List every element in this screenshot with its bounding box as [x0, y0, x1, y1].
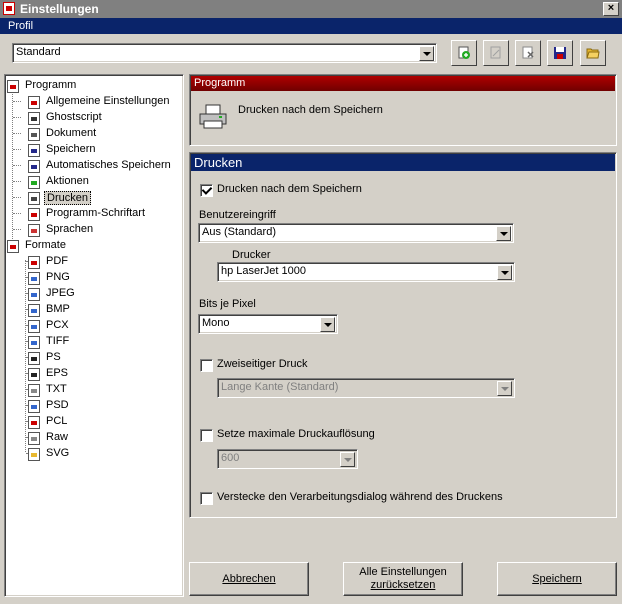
save-profile-button[interactable]: [547, 40, 573, 66]
general-settings-icon: [28, 96, 40, 109]
user-interaction-select[interactable]: Aus (Standard): [198, 223, 514, 243]
pcx-file-icon: [28, 320, 40, 333]
eps-file-icon: [28, 368, 40, 381]
duplex-checkbox[interactable]: [200, 359, 213, 372]
pdf-file-icon: [28, 256, 40, 269]
chevron-down-icon[interactable]: [320, 317, 335, 332]
delete-profile-icon: [522, 46, 534, 59]
pcl-file-icon: [28, 416, 40, 429]
section-description: Drucken nach dem Speichern: [238, 104, 383, 116]
window-title: Einstellungen: [20, 2, 99, 16]
max-resolution-checkbox[interactable]: [200, 429, 213, 442]
user-interaction-value: Aus (Standard): [202, 226, 276, 238]
user-interaction-label: Benutzereingriff: [199, 209, 276, 221]
svg-file-icon: [28, 448, 40, 461]
actions-icon: [28, 176, 40, 189]
ghostscript-icon: [28, 112, 40, 125]
folder-open-icon: [586, 48, 600, 59]
reset-button-line2: zurücksetzen: [370, 579, 436, 591]
section-info-panel: Programm Drucken nach dem Speichern: [189, 74, 617, 146]
chevron-down-icon[interactable]: [419, 46, 434, 61]
tiff-file-icon: [28, 336, 40, 349]
png-file-icon: [28, 272, 40, 285]
hide-dialog-checkbox[interactable]: [200, 492, 213, 505]
title-bar: Einstellungen ×: [0, 0, 622, 18]
settings-tree: Programm Allgemeine Einstellungen Ghosts…: [4, 74, 184, 597]
delete-profile-button[interactable]: [515, 40, 541, 66]
print-after-save-label: Drucken nach dem Speichern: [217, 183, 362, 195]
open-profile-button[interactable]: [580, 40, 606, 66]
programm-icon: [7, 80, 19, 93]
print-after-save-checkbox[interactable]: [200, 184, 213, 197]
profile-select[interactable]: Standard: [12, 43, 437, 63]
print-settings-header: Drucken: [191, 154, 615, 171]
chevron-down-icon[interactable]: [497, 381, 512, 396]
font-icon: [28, 208, 40, 221]
print-settings-panel: Drucken Drucken nach dem Speichern Benut…: [189, 152, 617, 518]
jpeg-file-icon: [28, 288, 40, 301]
save-button-label: Speichern: [532, 572, 582, 585]
printer-select[interactable]: hp LaserJet 1000: [217, 262, 515, 282]
close-button[interactable]: ×: [603, 2, 619, 16]
bits-per-pixel-label: Bits je Pixel: [199, 298, 256, 310]
section-header: Programm: [191, 76, 615, 91]
cancel-button-label: Abbrechen: [222, 572, 276, 585]
reset-button-line1: Alle Einstellungen: [359, 566, 447, 578]
bmp-file-icon: [28, 304, 40, 317]
add-profile-icon: [458, 46, 470, 59]
reset-all-settings-button[interactable]: Alle Einstellungen zurücksetzen: [343, 562, 463, 596]
max-resolution-select[interactable]: 600: [217, 449, 358, 469]
bits-per-pixel-value: Mono: [202, 317, 230, 329]
document-icon: [28, 128, 40, 141]
max-resolution-value: 600: [221, 452, 240, 464]
formats-icon: [7, 240, 19, 253]
duplex-value: Lange Kante (Standard): [221, 381, 339, 393]
save-button[interactable]: Speichern: [497, 562, 617, 596]
rename-profile-button[interactable]: [483, 40, 509, 66]
chevron-down-icon[interactable]: [340, 452, 355, 467]
printer-label: Drucker: [232, 249, 271, 261]
hide-dialog-label: Verstecke den Verarbeitungsdialog währen…: [217, 491, 503, 503]
printer-icon: [199, 104, 227, 129]
max-resolution-label: Setze maximale Druckauflösung: [217, 428, 375, 440]
raw-file-icon: [28, 432, 40, 445]
duplex-label: Zweiseitiger Druck: [217, 358, 308, 370]
duplex-select[interactable]: Lange Kante (Standard): [217, 378, 515, 398]
profile-select-value: Standard: [16, 46, 61, 58]
ps-file-icon: [28, 352, 40, 365]
floppy-disk-icon: [554, 47, 566, 59]
save-icon: [28, 144, 40, 157]
autosave-icon: [28, 160, 40, 173]
language-flag-icon: [28, 224, 40, 237]
printer-icon: [28, 192, 40, 205]
cancel-button[interactable]: Abbrechen: [189, 562, 309, 596]
profile-bar: Profil: [0, 18, 622, 34]
chevron-down-icon[interactable]: [496, 226, 511, 241]
rename-profile-icon: [490, 46, 501, 59]
txt-file-icon: [28, 384, 40, 397]
psd-file-icon: [28, 400, 40, 413]
app-icon: [3, 2, 15, 15]
add-profile-button[interactable]: [451, 40, 477, 66]
chevron-down-icon[interactable]: [497, 265, 512, 280]
bits-per-pixel-select[interactable]: Mono: [198, 314, 338, 334]
printer-value: hp LaserJet 1000: [221, 265, 307, 277]
